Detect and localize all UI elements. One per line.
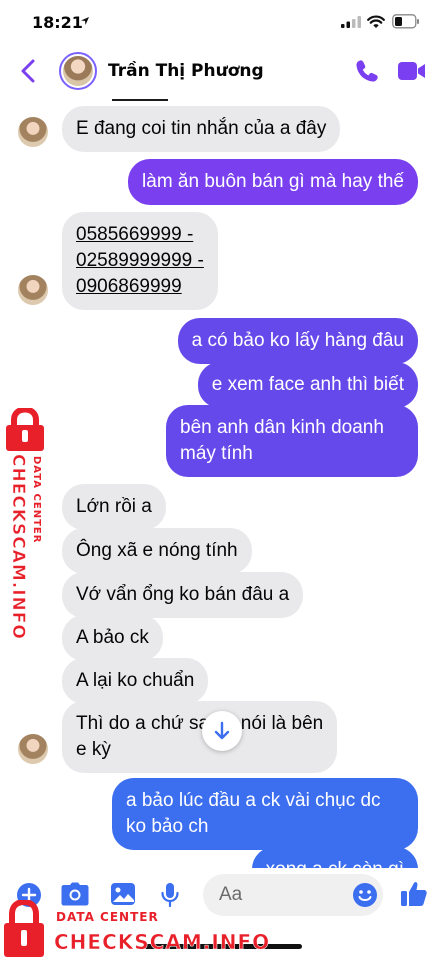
- scroll-to-bottom-button[interactable]: [202, 711, 242, 751]
- message-text: e xem face anh thì biết: [211, 374, 404, 395]
- message-text: A lại ko chuẩn: [76, 670, 195, 691]
- message-bubble-incoming[interactable]: Vớ vẩn ổng ko bán đâu a: [62, 572, 304, 618]
- avatar: [18, 117, 48, 147]
- watermark-bottom: DATA CENTER CHECKSCAM.INFO: [0, 900, 300, 960]
- message-bubble-incoming[interactable]: 0585669999 - 02589999999 - 0906869999: [62, 212, 218, 310]
- message-bubble-outgoing[interactable]: làm ăn buôn bán gì mà hay thế: [128, 159, 418, 205]
- message-text: e kỳ: [76, 739, 111, 760]
- message-text: E đang coi tin nhắn của a đây: [76, 118, 327, 139]
- location-arrow-icon: [81, 17, 89, 25]
- arrow-down-icon: [214, 721, 230, 740]
- thumbs-up-icon[interactable]: [400, 880, 428, 908]
- message-bubble-incoming[interactable]: A bảo ck: [62, 615, 163, 661]
- watermark-text: CHECKSCAM.INFO: [8, 454, 29, 640]
- message-bubble-outgoing[interactable]: bên anh dân kinh doanh máy tính: [166, 405, 418, 477]
- message-text: bên anh dân kinh doanh: [180, 417, 384, 438]
- message-bubble-incoming[interactable]: Ông xã e nóng tính: [62, 528, 252, 574]
- status-bar: 18:21: [0, 0, 444, 46]
- message-bubble-incoming[interactable]: Thì do a chứ sao a nói là bên e kỳ: [62, 701, 338, 773]
- signal-icon: [341, 16, 361, 28]
- status-time: 18:21: [32, 13, 83, 32]
- avatar: [18, 275, 48, 305]
- divider-line: [112, 99, 168, 101]
- message-text: máy tính: [180, 443, 253, 464]
- message-bubble-outgoing[interactable]: a bảo lúc đầu a ck vài chục dc ko bảo ch: [112, 778, 418, 850]
- watermark-text: CHECKSCAM.INFO: [54, 930, 271, 955]
- message-text: Lớn rồi a: [76, 496, 152, 517]
- message-text: Thì do a chứ sao a nói là bên: [76, 713, 324, 734]
- lock-icon: [4, 900, 44, 957]
- video-camera-icon[interactable]: [397, 60, 427, 82]
- message-bubble-outgoing[interactable]: a có bảo ko lấy hàng đâu: [177, 318, 418, 364]
- phone-number-link[interactable]: 02589999999 -: [76, 250, 204, 271]
- avatar: [18, 734, 48, 764]
- contact-avatar[interactable]: [59, 52, 97, 90]
- phone-number-link[interactable]: 0906869999: [76, 276, 182, 297]
- phone-number-link[interactable]: 0585669999 -: [76, 224, 193, 245]
- watermark-subtext: DATA CENTER: [31, 456, 42, 544]
- phone-icon[interactable]: [354, 58, 380, 84]
- watermark-side: CHECKSCAM.INFO DATA CENTER: [2, 408, 72, 640]
- chat-header: Trần Thị Phương: [0, 46, 444, 96]
- message-text: a bảo lúc đầu a ck vài chục dc: [126, 790, 381, 811]
- battery-icon: [392, 14, 419, 29]
- emoji-icon[interactable]: [352, 882, 378, 908]
- message-text: Ông xã e nóng tính: [76, 540, 238, 561]
- message-bubble-incoming[interactable]: A lại ko chuẩn: [62, 658, 209, 704]
- lock-icon: [6, 408, 44, 451]
- back-chevron-icon[interactable]: [18, 58, 40, 84]
- message-text: A bảo ck: [76, 627, 149, 648]
- message-text: a có bảo ko lấy hàng đâu: [191, 330, 404, 351]
- message-text: ko bảo ch: [126, 816, 209, 837]
- message-text: làm ăn buôn bán gì mà hay thế: [142, 171, 404, 192]
- message-bubble-outgoing[interactable]: e xem face anh thì biết: [197, 362, 418, 408]
- watermark-subtext: DATA CENTER: [56, 910, 159, 924]
- message-text: Vớ vẩn ổng ko bán đâu a: [76, 584, 290, 605]
- wifi-icon: [367, 15, 385, 28]
- message-bubble-incoming[interactable]: Lớn rồi a: [62, 484, 166, 530]
- message-bubble-incoming[interactable]: E đang coi tin nhắn của a đây: [62, 106, 341, 152]
- contact-name[interactable]: Trần Thị Phương: [108, 61, 264, 81]
